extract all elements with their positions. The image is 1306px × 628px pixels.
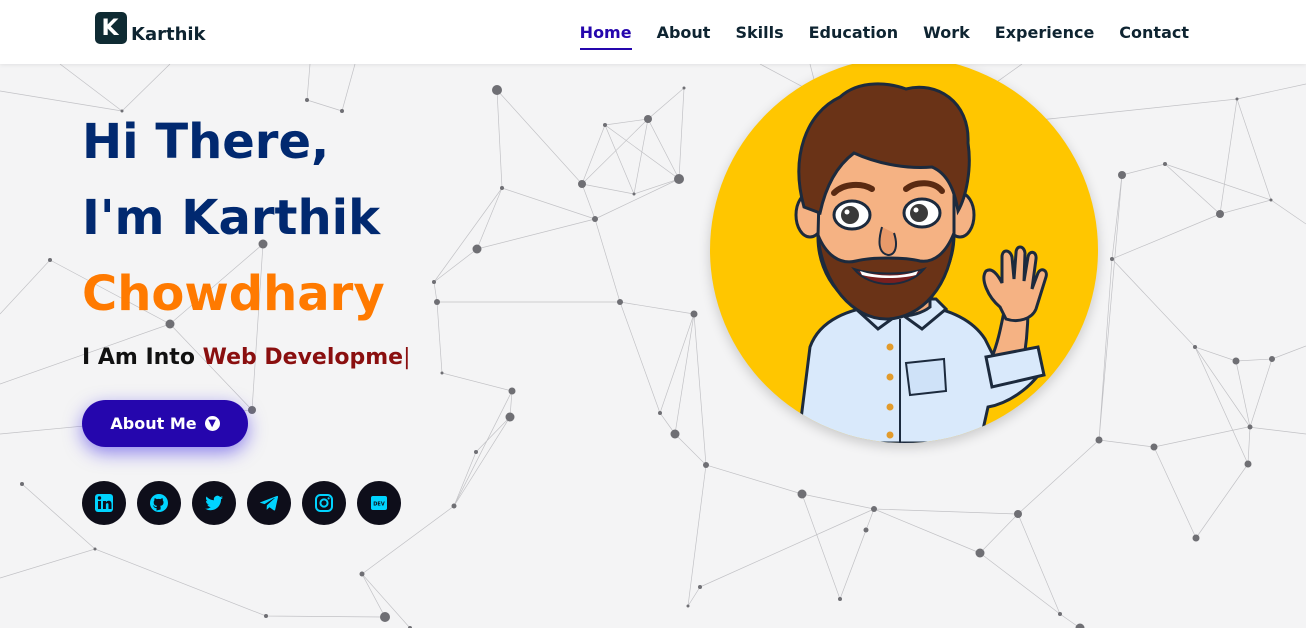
typing-role: Web Developme (202, 345, 404, 370)
cartoon-avatar-illustration (794, 82, 1048, 443)
telegram-icon (259, 495, 279, 511)
twitter-icon (205, 495, 223, 511)
brand-link[interactable]: K Karthik (95, 12, 206, 48)
nav-work[interactable]: Work (923, 15, 970, 50)
brand-name: Karthik (131, 23, 206, 45)
top-navbar: K Karthik Home About Skills Education Wo… (0, 0, 1306, 64)
arrow-down-circle-icon: ▼ (204, 416, 220, 431)
profile-avatar (710, 57, 1098, 443)
typing-prefix: I Am Into (82, 345, 203, 370)
nav-home[interactable]: Home (579, 15, 632, 50)
profile-avatar-container (710, 57, 1098, 443)
hero-greeting: Hi There, (82, 114, 330, 170)
brand-logo-icon: K (95, 12, 127, 44)
linkedin-link[interactable] (82, 481, 126, 525)
dev-icon: DEV (371, 496, 387, 510)
instagram-icon (315, 494, 333, 512)
twitter-link[interactable] (192, 481, 236, 525)
svg-text:DEV: DEV (373, 502, 385, 508)
nav-about[interactable]: About (657, 15, 711, 50)
linkedin-icon (95, 494, 113, 512)
nav-education[interactable]: Education (809, 15, 899, 50)
github-icon (150, 494, 168, 512)
hero-intro: I'm Karthik (82, 190, 381, 246)
hero-section: Hi There, I'm Karthik Chowdhary I Am Int… (0, 64, 1306, 628)
typing-text: I Am Into Web Developme| (82, 345, 411, 370)
dev-link[interactable]: DEV (357, 481, 401, 525)
nav-experience[interactable]: Experience (995, 15, 1095, 50)
hero-surname: Chowdhary (82, 266, 385, 322)
telegram-link[interactable] (247, 481, 291, 525)
main-nav: Home About Skills Education Work Experie… (579, 0, 1189, 64)
nav-contact[interactable]: Contact (1119, 15, 1189, 50)
about-me-button[interactable]: About Me ▼ (82, 400, 248, 447)
typing-cursor: | (403, 345, 411, 370)
about-me-label: About Me (110, 414, 197, 433)
instagram-link[interactable] (302, 481, 346, 525)
github-link[interactable] (137, 481, 181, 525)
social-links: DEV (82, 481, 401, 525)
nav-skills[interactable]: Skills (735, 15, 783, 50)
